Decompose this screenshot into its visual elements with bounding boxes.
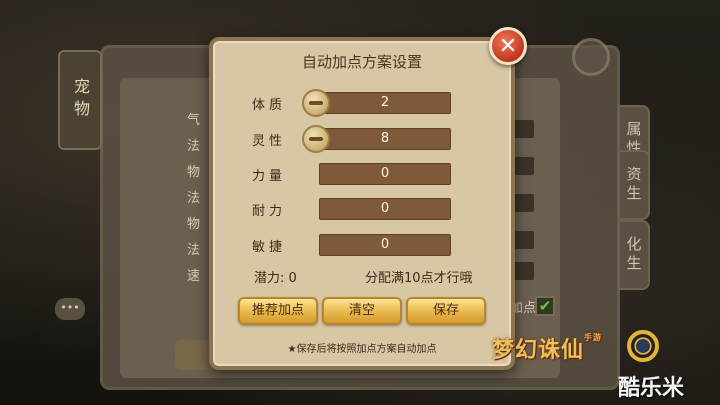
stat-row-spirit: 灵性 8 xyxy=(240,125,460,153)
pet-scroll-label[interactable]: 宠物 xyxy=(58,50,102,150)
auto-add-checkbox[interactable]: ✔ xyxy=(535,296,555,316)
minus-button[interactable] xyxy=(302,89,330,117)
stat-value: 2 xyxy=(319,92,451,114)
allocation-rule-text: 分配满10点才行哦 xyxy=(365,271,473,286)
stat-label: 耐力 xyxy=(251,203,286,219)
stat-row-endurance: 耐力 0 xyxy=(240,196,460,222)
stat-value: 0 xyxy=(319,198,451,220)
stat-row-constitution: 体质 2 xyxy=(240,89,460,117)
stat-value: 0 xyxy=(319,163,451,185)
chat-icon[interactable]: ••• xyxy=(55,298,85,320)
game-logo-sub: 手游 xyxy=(584,332,603,342)
game-logo: 梦幻诛仙手游 xyxy=(492,332,602,364)
clear-button[interactable]: 清空 xyxy=(322,297,402,325)
stat-value: 8 xyxy=(319,128,451,150)
site-watermark: 酷乐米 xyxy=(618,376,685,401)
stat-row-strength: 力量 0 xyxy=(240,161,460,187)
dialog-title: 自动加点方案设置 xyxy=(301,53,422,71)
game-logo-text: 梦幻诛仙 xyxy=(492,337,585,363)
tab-resource[interactable]: 资生 xyxy=(618,150,650,220)
save-button[interactable]: 保存 xyxy=(406,297,486,325)
stat-label: 敏捷 xyxy=(251,239,286,255)
panel-close-icon[interactable] xyxy=(572,38,610,76)
stat-value: 0 xyxy=(319,234,451,256)
minus-button[interactable] xyxy=(302,125,330,153)
stat-label: 力量 xyxy=(251,168,286,184)
recommend-button[interactable]: 推荐加点 xyxy=(238,297,318,325)
stat-label: 体质 xyxy=(251,97,286,113)
stat-row-agility: 敏捷 0 xyxy=(240,232,460,258)
potential-points: 潜力: 0 xyxy=(254,271,297,286)
close-icon[interactable]: ✕ xyxy=(489,27,527,65)
save-hint: ★保存后将按照加点方案自动加点 xyxy=(287,344,437,355)
stat-label: 灵性 xyxy=(251,133,286,149)
tab-transform[interactable]: 化生 xyxy=(618,220,650,290)
publisher-logo-icon xyxy=(627,330,659,362)
